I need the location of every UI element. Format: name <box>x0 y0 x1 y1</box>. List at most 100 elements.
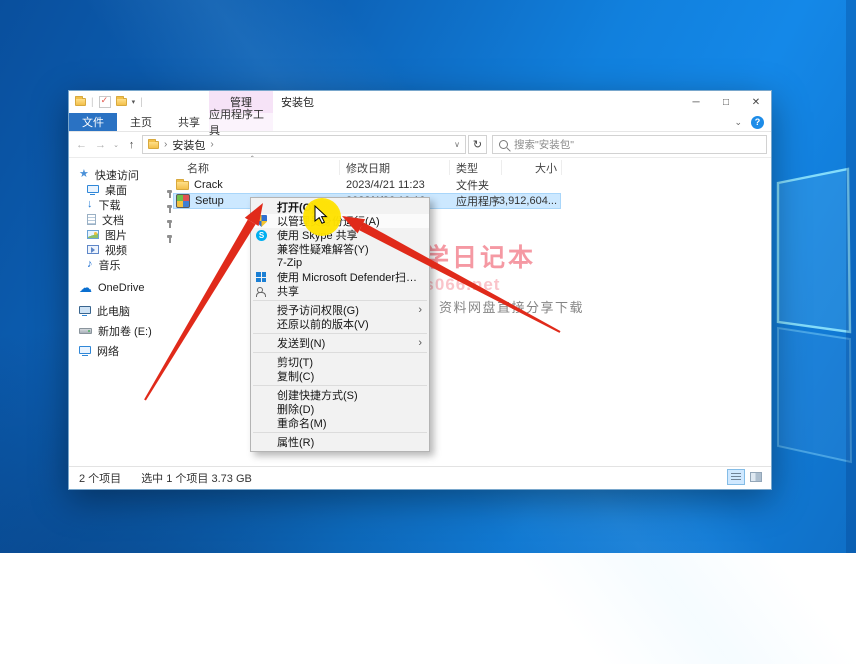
menu-item-delete[interactable]: 删除(D) <box>251 402 429 416</box>
window-controls: ─ □ ✕ <box>681 91 771 113</box>
sidebar-label: OneDrive <box>98 281 145 294</box>
back-icon[interactable]: ← <box>73 139 90 151</box>
menu-label: 重命名(M) <box>277 418 327 430</box>
sidebar-label: 新加卷 (E:) <box>98 325 152 338</box>
details-view-button[interactable] <box>727 469 745 485</box>
sidebar-item-videos[interactable]: 视频 <box>69 242 173 257</box>
share-icon <box>256 286 267 297</box>
tab-share[interactable]: 共享 <box>165 113 213 131</box>
file-name: Crack <box>194 179 223 191</box>
sidebar-item-quick-access[interactable]: ★ 快速访问 <box>69 167 173 182</box>
menu-label: 发送到(N) <box>277 338 326 350</box>
menu-item-share-skype[interactable]: S 使用 Skype 共享 <box>251 228 429 242</box>
ribbon-collapse-icon[interactable]: ⌄ <box>734 117 742 128</box>
qat-divider: | <box>91 96 94 108</box>
close-button[interactable]: ✕ <box>741 91 771 113</box>
column-header-date[interactable]: 修改日期 <box>339 158 449 177</box>
sidebar-label: 下载 <box>98 199 121 212</box>
thumbnails-view-icon <box>750 472 762 482</box>
music-icon: ♪ <box>87 258 93 270</box>
menu-item-copy[interactable]: 复制(C) <box>251 369 429 383</box>
menu-item-7zip[interactable]: 7-Zip <box>251 256 429 270</box>
column-divider[interactable] <box>501 160 502 175</box>
file-name-cell: Crack <box>173 178 339 191</box>
file-row-crack[interactable]: Crack 2023/4/21 11:23 文件夹 <box>173 177 561 193</box>
breadcrumb-folder-icon <box>148 138 159 149</box>
qat-properties-icon[interactable] <box>98 95 111 108</box>
thumbnails-view-button[interactable] <box>747 469 765 485</box>
menu-item-send-to[interactable]: 发送到(N) › <box>251 336 429 350</box>
breadcrumb-chevron-2[interactable]: › <box>210 139 213 150</box>
sidebar-item-music[interactable]: ♪ 音乐 <box>69 257 173 272</box>
history-dropdown-icon[interactable]: ⌄ <box>111 141 121 149</box>
breadcrumb-location[interactable]: 安装包 <box>172 137 205 153</box>
file-type: 应用程序 <box>456 196 500 208</box>
menu-icon-slot <box>256 215 277 227</box>
menu-icon-slot <box>256 286 277 297</box>
menu-label: 兼容性疑难解答(Y) <box>277 244 369 256</box>
sidebar-label: 图片 <box>105 229 127 242</box>
up-icon[interactable]: ↑ <box>123 139 140 151</box>
breadcrumb[interactable]: › 安装包 › ∨ <box>142 135 466 154</box>
column-divider[interactable] <box>561 160 562 175</box>
menu-item-restore-versions[interactable]: 还原以前的版本(V) <box>251 317 429 331</box>
menu-item-properties[interactable]: 属性(R) <box>251 435 429 449</box>
window-folder-icon <box>75 96 86 106</box>
menu-label: 复制(C) <box>277 371 315 383</box>
menu-label: 还原以前的版本(V) <box>277 319 369 331</box>
column-header-size[interactable]: 大小 <box>501 158 561 177</box>
menu-item-create-shortcut[interactable]: 创建快捷方式(S) <box>251 388 429 402</box>
breadcrumb-chevron: › <box>164 139 168 150</box>
minimize-button[interactable]: ─ <box>681 91 711 113</box>
tab-file[interactable]: 文件 <box>69 113 117 131</box>
quick-access-toolbar: | ▾ | <box>69 95 143 108</box>
menu-item-troubleshoot-compat[interactable]: 兼容性疑难解答(Y) <box>251 242 429 256</box>
drive-icon <box>79 327 92 334</box>
menu-item-rename[interactable]: 重命名(M) <box>251 416 429 430</box>
desktop-icon <box>87 184 99 195</box>
menu-item-give-access[interactable]: 授予访问权限(G) › <box>251 303 429 317</box>
tab-application-tools[interactable]: 应用程序工具 <box>209 109 273 137</box>
sidebar-label: 视频 <box>105 244 127 257</box>
maximize-button[interactable]: □ <box>711 91 741 113</box>
file-date: 2023/4/21 11:23 <box>346 179 425 191</box>
sidebar-label: 音乐 <box>98 259 121 272</box>
skype-icon: S <box>256 229 267 241</box>
search-input[interactable] <box>514 138 760 151</box>
sidebar-item-onedrive[interactable]: ☁ OneDrive <box>69 280 173 295</box>
qat-new-folder-icon[interactable] <box>115 96 127 106</box>
column-header-type[interactable]: 类型 <box>449 158 501 177</box>
context-menu: 打开(O) 以管理员身份运行(A) S 使用 Skype 共享 兼容性疑难解答(… <box>250 197 430 452</box>
sidebar-item-downloads[interactable]: ↓ 下载 <box>69 197 173 212</box>
qat-dropdown-icon[interactable]: ▾ <box>132 98 136 106</box>
sidebar-item-desktop[interactable]: 桌面 <box>69 182 173 197</box>
app-icon <box>176 194 190 208</box>
sidebar-item-this-pc[interactable]: 此电脑 <box>69 303 173 318</box>
forward-icon[interactable]: → <box>92 139 109 151</box>
column-divider[interactable] <box>339 160 340 175</box>
sidebar-item-documents[interactable]: 文档 <box>69 212 173 227</box>
navigation-pane: ★ 快速访问 桌面 ↓ 下载 文档 图片 视频 ♪ 音乐 ☁ OneDrive … <box>69 158 173 466</box>
sidebar-item-pictures[interactable]: 图片 <box>69 227 173 242</box>
sidebar-item-new-volume[interactable]: 新加卷 (E:) <box>69 323 173 338</box>
search-icon <box>499 140 508 149</box>
search-box[interactable] <box>492 135 767 154</box>
menu-item-defender-scan[interactable]: 使用 Microsoft Defender扫描... <box>251 270 429 284</box>
menu-separator <box>253 333 427 334</box>
details-view-icon <box>731 472 741 482</box>
ribbon-extra: ⌄ ? <box>734 113 764 131</box>
refresh-button[interactable]: ↻ <box>468 135 487 154</box>
tab-home[interactable]: 主页 <box>117 113 165 131</box>
yellow-highlight-circle <box>303 198 341 236</box>
help-icon[interactable]: ? <box>751 115 764 129</box>
column-header-name[interactable]: 名称 <box>173 158 339 177</box>
file-name: Setup <box>195 195 224 207</box>
sidebar-item-network[interactable]: 网络 <box>69 343 173 358</box>
menu-item-cut[interactable]: 剪切(T) <box>251 355 429 369</box>
onedrive-cloud-icon: ☁ <box>79 280 92 295</box>
file-size: 3,912,604... <box>498 195 557 207</box>
sidebar-label: 此电脑 <box>97 305 130 318</box>
breadcrumb-dropdown-icon[interactable]: ∨ <box>454 140 460 149</box>
menu-item-share[interactable]: 共享 <box>251 284 429 298</box>
column-divider[interactable] <box>449 160 450 175</box>
